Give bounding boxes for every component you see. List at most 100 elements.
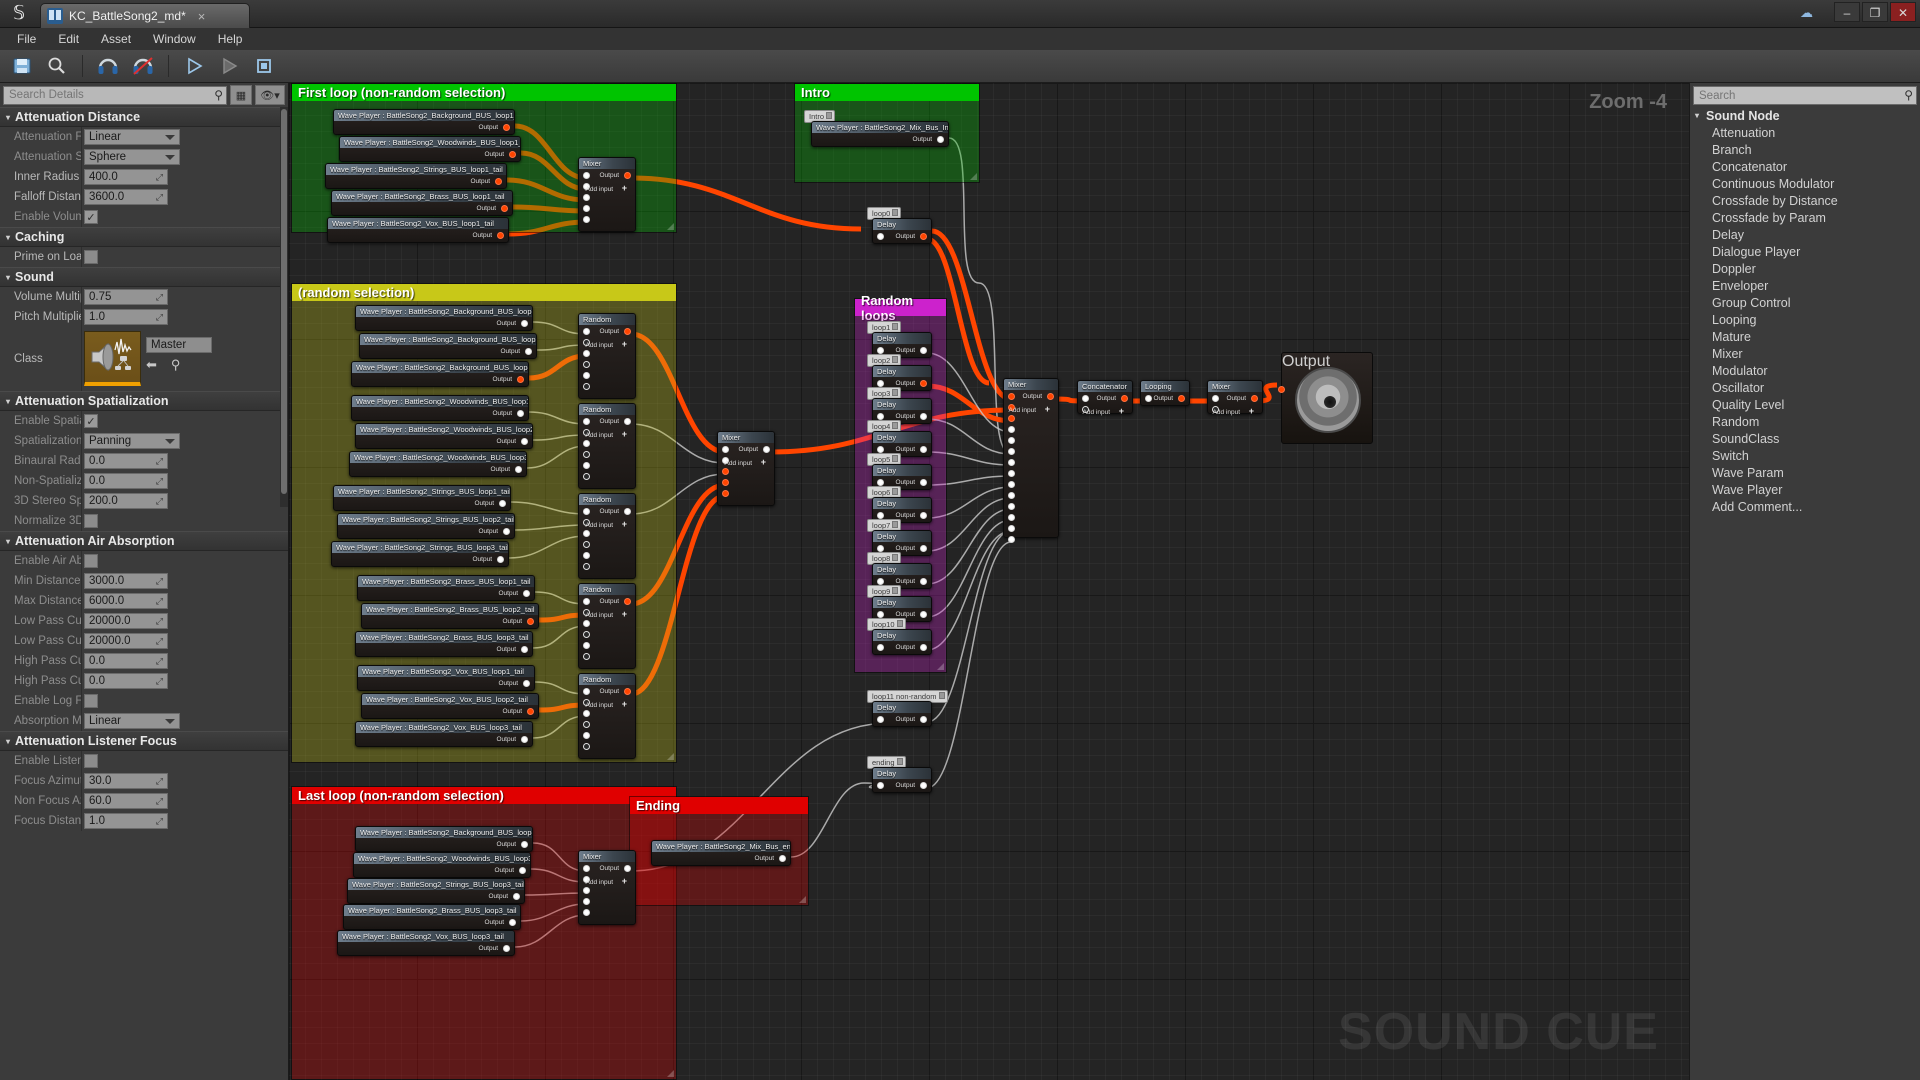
delay-node[interactable]: Delay Output (872, 701, 932, 727)
number-field[interactable]: 20000.0 ⤢ (84, 633, 168, 649)
minimize-button[interactable]: – (1834, 2, 1860, 22)
output-pin[interactable] (920, 446, 927, 453)
looping-node[interactable]: Looping Output (1140, 380, 1190, 406)
input-pin[interactable] (877, 233, 884, 240)
palette-item-add-comment[interactable]: Add Comment... (1690, 498, 1920, 515)
play-node-button[interactable] (178, 52, 210, 80)
delay-node[interactable]: Delay Output (872, 629, 932, 655)
wave-player-node[interactable]: Wave Player : BattleSong2_Strings_BUS_lo… (331, 541, 509, 567)
output-pin[interactable] (499, 500, 506, 507)
menu-file[interactable]: File (6, 29, 47, 49)
spinner-icon[interactable]: ⤢ (156, 496, 163, 507)
palette-item-dialogue-player[interactable]: Dialogue Player (1690, 243, 1920, 260)
close-tab-button[interactable]: × (198, 9, 206, 24)
add-input-plus-icon[interactable]: + (1119, 406, 1124, 416)
add-input-plus-icon[interactable]: + (622, 699, 627, 709)
spinner-icon[interactable]: ⤢ (156, 816, 163, 827)
output-pin[interactable] (624, 418, 631, 425)
input-pin[interactable] (1008, 536, 1015, 543)
input-pin[interactable] (583, 372, 590, 379)
input-pin[interactable] (877, 782, 884, 789)
add-input-label[interactable]: Add input (586, 612, 613, 619)
palette-item-doppler[interactable]: Doppler (1690, 260, 1920, 277)
output-pin[interactable] (523, 590, 530, 597)
input-pin[interactable] (1008, 481, 1015, 488)
input-pin[interactable] (583, 865, 590, 872)
wave-player-node[interactable]: Wave Player : BattleSong2_Strings_BUS_lo… (347, 878, 525, 904)
wave-player-node[interactable]: Wave Player : BattleSong2_Mix_Bus_Intro_… (811, 121, 949, 147)
delay-node[interactable]: Delay Output (872, 767, 932, 793)
input-pin[interactable] (1278, 386, 1285, 393)
wave-player-node[interactable]: Wave Player : BattleSong2_Strings_BUS_lo… (337, 513, 515, 539)
input-pin[interactable] (1008, 393, 1015, 400)
palette-item-concatenator[interactable]: Concatenator (1690, 158, 1920, 175)
add-input-label[interactable]: Add input (1083, 409, 1110, 416)
wave-player-node[interactable]: Wave Player : BattleSong2_Mix_Bus_end_ta… (651, 840, 791, 866)
add-input-plus-icon[interactable]: + (1045, 404, 1050, 414)
output-pin[interactable] (920, 380, 927, 387)
input-pin[interactable] (583, 216, 590, 223)
input-pin[interactable] (583, 350, 590, 357)
checkbox[interactable]: ✓ (84, 514, 98, 528)
palette-item-modulator[interactable]: Modulator (1690, 362, 1920, 379)
resize-grip[interactable] (667, 753, 674, 760)
number-field[interactable]: 6000.0 ⤢ (84, 593, 168, 609)
output-pin[interactable] (497, 232, 504, 239)
input-pin[interactable] (877, 380, 884, 387)
number-field[interactable]: 30.0 ⤢ (84, 773, 168, 789)
palette-item-random[interactable]: Random (1690, 413, 1920, 430)
wave-player-node[interactable]: Wave Player : BattleSong2_Brass_BUS_loop… (343, 904, 521, 930)
menu-asset[interactable]: Asset (90, 29, 142, 49)
dropdown-field[interactable]: Linear (84, 129, 180, 145)
close-window-button[interactable]: ✕ (1890, 2, 1916, 22)
add-input-plus-icon[interactable]: + (622, 609, 627, 619)
mixer-node[interactable]: Mixer Output Add input + (1003, 378, 1059, 543)
add-input-plus-icon[interactable]: + (622, 339, 627, 349)
palette-item-group-control[interactable]: Group Control (1690, 294, 1920, 311)
add-input-label[interactable]: Add input (586, 879, 613, 886)
output-node[interactable]: Output (1278, 352, 1373, 444)
spinner-icon[interactable]: ⤢ (156, 676, 163, 687)
input-pin[interactable] (1082, 395, 1089, 402)
input-pin[interactable] (1008, 459, 1015, 466)
input-pin[interactable] (583, 620, 590, 627)
output-pin[interactable] (920, 782, 927, 789)
random-node[interactable]: Random Output Add input + (578, 493, 636, 579)
resize-grip[interactable] (970, 173, 977, 180)
output-pin[interactable] (1047, 393, 1054, 400)
checkbox[interactable]: ✓ (84, 414, 98, 428)
wave-player-node[interactable]: Wave Player : BattleSong2_Vox_BUS_loop3_… (337, 930, 515, 956)
resize-grip[interactable] (667, 1070, 674, 1077)
input-pin[interactable] (583, 688, 590, 695)
spinner-icon[interactable]: ⤢ (156, 456, 163, 467)
palette-item-quality-level[interactable]: Quality Level (1690, 396, 1920, 413)
output-pin[interactable] (624, 328, 631, 335)
output-pin[interactable] (517, 376, 524, 383)
add-input-label[interactable]: Add input (1009, 407, 1036, 414)
input-pin[interactable] (583, 194, 590, 201)
wave-player-node[interactable]: Wave Player : BattleSong2_Woodwinds_BUS_… (353, 852, 531, 878)
details-scrollbar-thumb[interactable] (281, 109, 287, 494)
palette-item-continuous-modulator[interactable]: Continuous Modulator (1690, 175, 1920, 192)
input-pin[interactable] (1212, 395, 1219, 402)
wave-player-node[interactable]: Wave Player : BattleSong2_Woodwinds_BUS_… (355, 423, 533, 449)
checkbox[interactable]: ✓ (84, 754, 98, 768)
input-pin[interactable] (583, 642, 590, 649)
input-pin[interactable] (583, 328, 590, 335)
input-pin[interactable] (583, 898, 590, 905)
input-pin[interactable] (583, 887, 590, 894)
output-pin[interactable] (763, 446, 770, 453)
wave-player-node[interactable]: Wave Player : BattleSong2_Strings_BUS_lo… (325, 163, 507, 189)
input-pin[interactable] (1008, 448, 1015, 455)
input-pin[interactable] (722, 468, 729, 475)
asset-tab[interactable]: KC_BattleSong2_md* × (40, 3, 250, 28)
dropdown-field[interactable]: Panning (84, 433, 180, 449)
sound-class-thumbnail[interactable] (84, 331, 141, 386)
output-pin[interactable] (519, 867, 526, 874)
wave-player-node[interactable]: Wave Player : BattleSong2_Woodwinds_BUS_… (349, 451, 527, 477)
number-field[interactable]: 3600.0 ⤢ (84, 189, 168, 205)
wave-player-node[interactable]: Wave Player : BattleSong2_Brass_BUS_loop… (355, 631, 533, 657)
number-field[interactable]: 0.0 ⤢ (84, 453, 168, 469)
input-pin[interactable] (583, 541, 590, 548)
spinner-icon[interactable]: ⤢ (156, 192, 163, 203)
